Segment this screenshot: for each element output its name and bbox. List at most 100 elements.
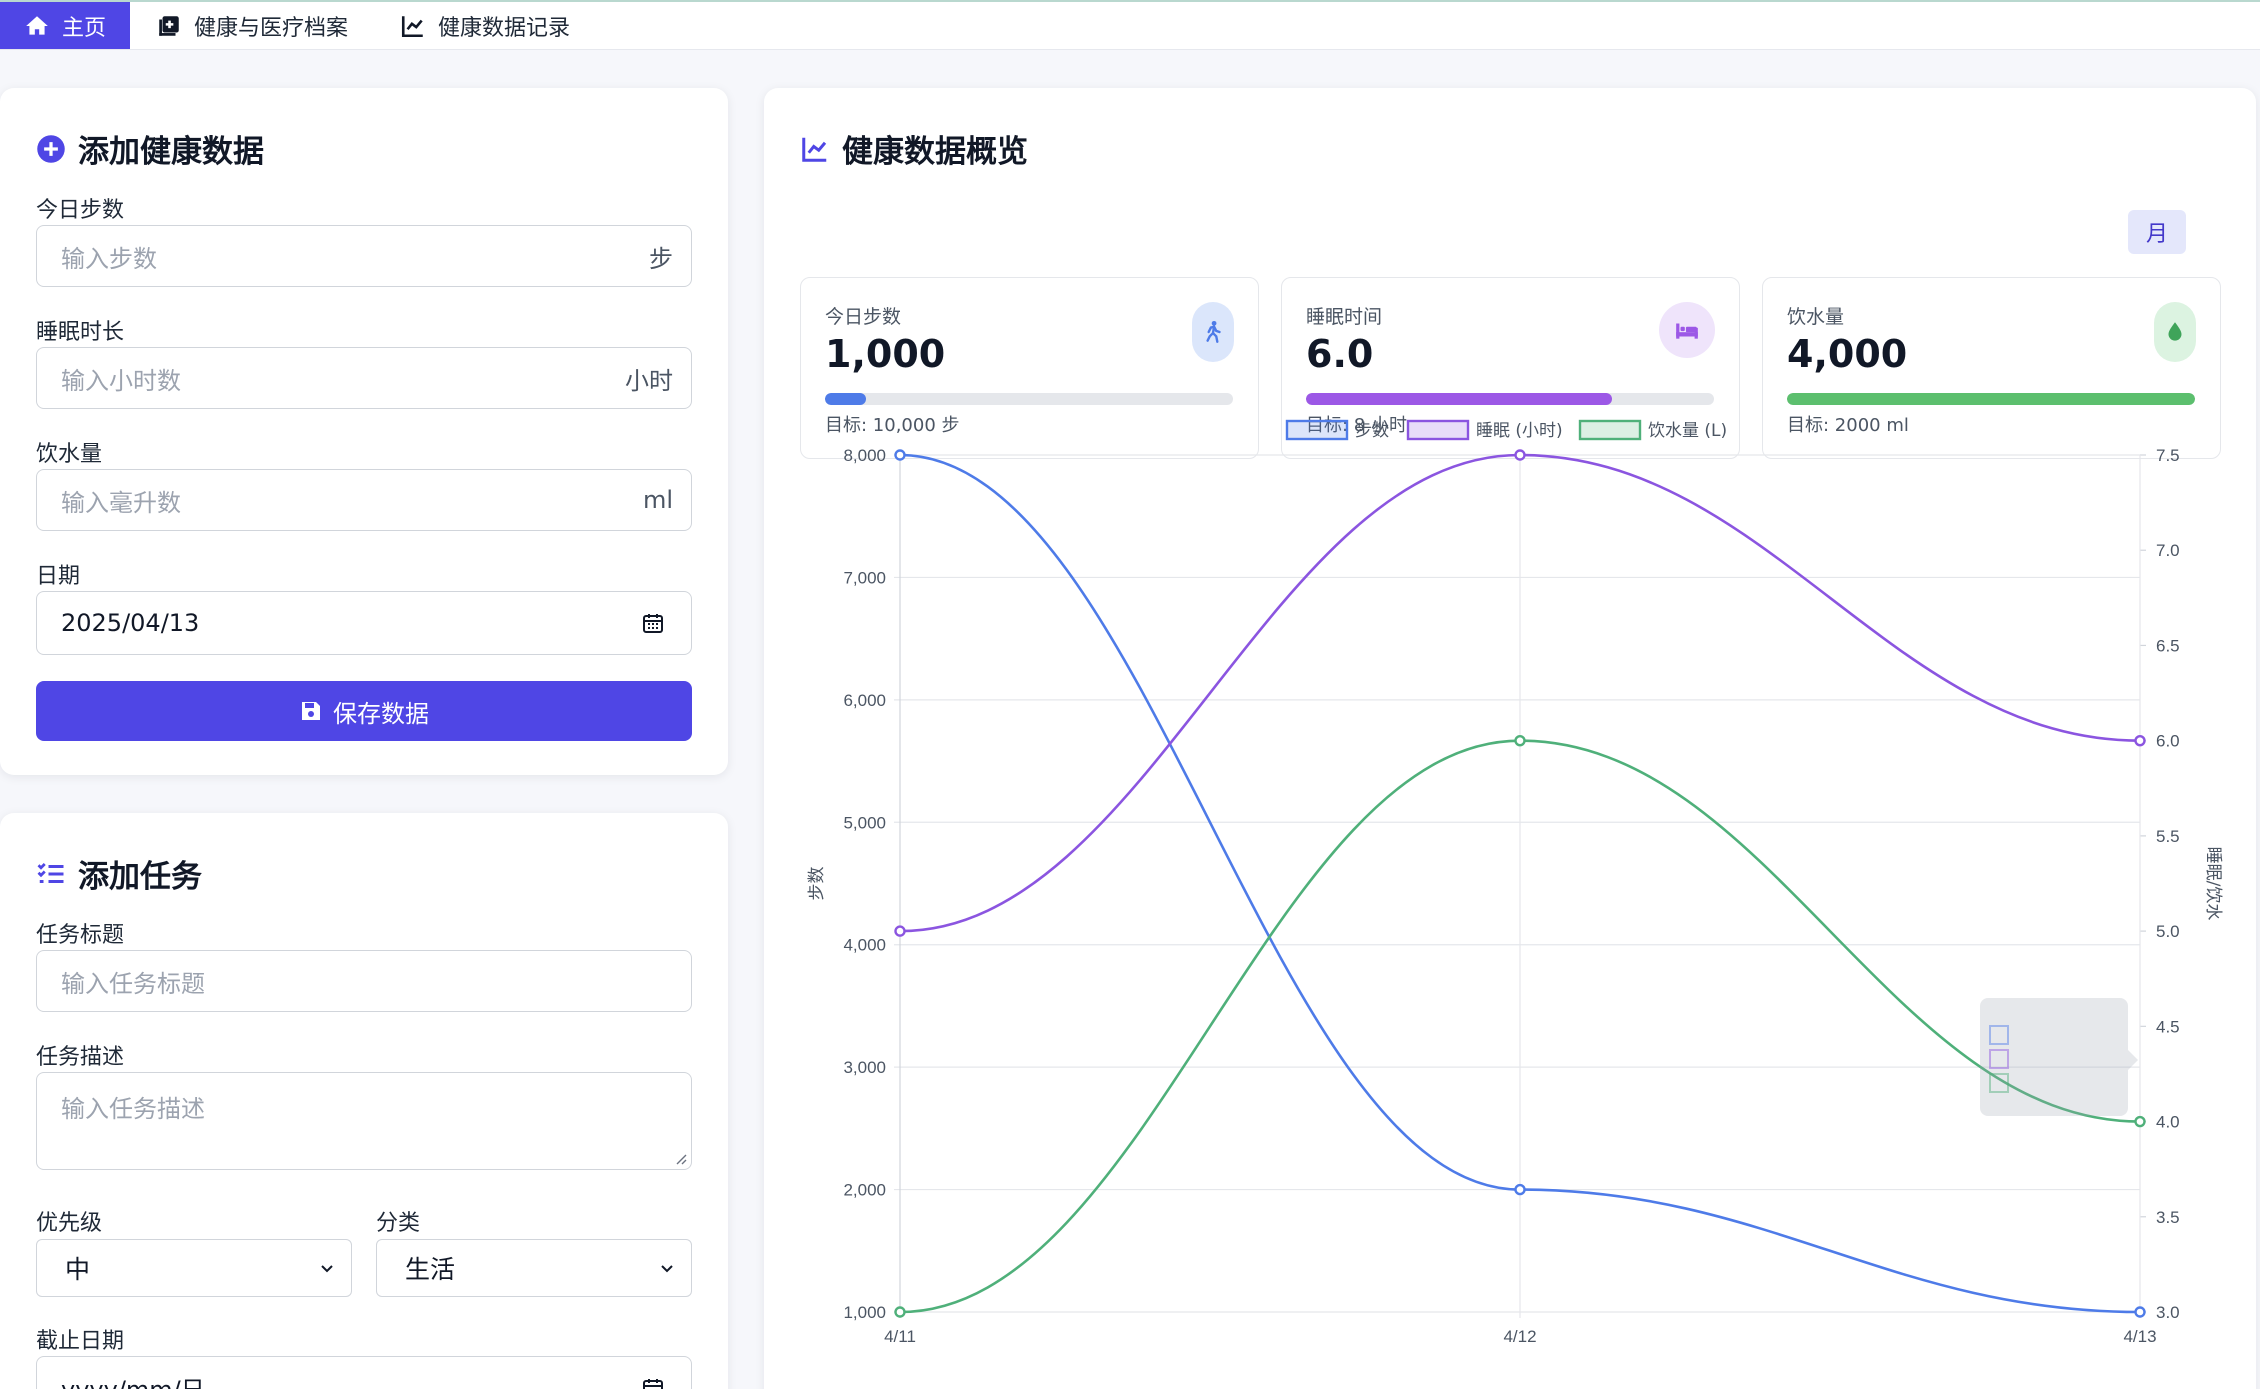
due-date-input[interactable]: yyyy/mm/日	[36, 1356, 692, 1389]
x-tick-label: 4/13	[2123, 1327, 2156, 1346]
nav-item-label: 主页	[62, 15, 107, 41]
line-chart-icon	[802, 137, 827, 162]
legend-label: 睡眠 (小时)	[1476, 421, 1563, 441]
data-point	[894, 449, 906, 461]
sleep-label: 睡眠时长	[36, 320, 125, 345]
priority-label: 优先级	[36, 1211, 103, 1236]
y-right-tick-label: 3.0	[2156, 1303, 2180, 1322]
date-value: 2025/04/13	[61, 609, 200, 637]
sleep-input[interactable]: 输入小时数 小时	[36, 347, 692, 409]
chart-svg: 1,000 2,000 3,000 4,000 5,000 6,000 7,000 8,000…	[807, 419, 2223, 1346]
save-button-label: 保存数据	[333, 699, 429, 728]
y-tick-label: 3,000	[843, 1058, 886, 1077]
steps-input[interactable]: 输入步数 步	[36, 225, 692, 287]
y-right-tick-label: 6.0	[2156, 732, 2180, 751]
steps-unit: 步	[649, 244, 673, 273]
date-label: 日期	[36, 564, 81, 589]
task-title-placeholder: 输入任务标题	[61, 969, 205, 998]
y-right-tick-label: 5.0	[2156, 922, 2180, 941]
x-tick-label: 4/11	[884, 1327, 916, 1346]
top-nav: 主页 健康与医疗档案 健康数据记录	[0, 0, 2260, 50]
y-tick-label: 6,000	[843, 691, 886, 710]
resize-grip-icon[interactable]	[673, 1151, 687, 1165]
stat-value: 6.0	[1306, 332, 1374, 376]
y-axis-title: 步数	[807, 867, 827, 901]
legend-swatch	[1406, 419, 1470, 441]
bed-icon	[1676, 323, 1698, 339]
category-value: 生活	[405, 1255, 456, 1284]
task-title-label: 任务标题	[36, 923, 125, 948]
walking-icon	[1206, 320, 1221, 343]
task-desc-label: 任务描述	[36, 1045, 125, 1070]
y-tick-label: 4,000	[843, 936, 886, 955]
sleep-placeholder: 输入小时数	[61, 366, 181, 395]
task-title-input[interactable]: 输入任务标题	[36, 950, 692, 1012]
y-right-axis-title: 睡眠/饮水	[2203, 847, 2223, 921]
water-placeholder: 输入毫升数	[61, 488, 181, 517]
priority-select[interactable]: 中	[36, 1239, 352, 1297]
water-label: 饮水量	[36, 442, 103, 467]
y-right-tick-label: 3.5	[2156, 1208, 2180, 1227]
y-right-tick-label: 4.0	[2156, 1113, 2180, 1132]
nav-item-health-records[interactable]: 健康数据记录	[374, 2, 596, 49]
line-chart-icon	[401, 15, 423, 37]
stat-label: 饮水量	[1787, 306, 1845, 328]
health-line-chart: 1,000 2,000 3,000 4,000 5,000 6,000 7,000 8,000…	[790, 400, 2240, 1360]
stat-label: 今日步数	[825, 306, 902, 328]
y-right-tick-label: 4.5	[2156, 1017, 2180, 1036]
sleep-unit: 小时	[625, 366, 673, 395]
due-date-placeholder: yyyy/mm/日	[61, 1370, 205, 1389]
y-right-tick-label: 7.0	[2156, 541, 2180, 560]
priority-value: 中	[65, 1255, 91, 1284]
legend-swatch	[1285, 419, 1349, 441]
chevron-down-icon	[661, 1265, 673, 1273]
nav-item-home[interactable]: 主页	[0, 2, 131, 49]
y-tick-label: 7,000	[843, 568, 886, 587]
plus-circle-icon	[37, 134, 65, 163]
data-point	[2134, 1306, 2146, 1318]
steps-placeholder: 输入步数	[61, 244, 157, 273]
steps-label: 今日步数	[36, 198, 125, 223]
y-tick-label: 1,000	[843, 1303, 886, 1322]
floppy-disk-icon	[302, 702, 320, 720]
due-date-label: 截止日期	[36, 1329, 125, 1354]
data-point	[2134, 734, 2146, 747]
legend-label: 步数	[1355, 421, 1389, 441]
nav-item-label: 健康与医疗档案	[194, 15, 349, 41]
add-health-data-card: 添加健康数据 今日步数 输入步数 步 睡眠时长 输入小时数 小时 饮水量 输入毫…	[0, 88, 728, 775]
task-desc-textarea[interactable]: 输入任务描述	[36, 1072, 692, 1170]
chart-tooltip	[1980, 998, 2128, 1116]
medical-record-icon	[159, 15, 179, 36]
category-select[interactable]: 生活	[376, 1239, 692, 1297]
stat-icon-badge	[2154, 302, 2196, 362]
task-list-icon	[37, 862, 64, 883]
task-desc-placeholder: 输入任务描述	[61, 1095, 205, 1123]
calendar-icon[interactable]	[641, 611, 665, 635]
data-point	[1514, 734, 1526, 747]
stat-value: 1,000	[825, 332, 946, 376]
y-tick-label: 8,000	[843, 446, 886, 465]
calendar-icon[interactable]	[641, 1376, 665, 1389]
stat-icon-badge	[1659, 302, 1715, 358]
y-right-tick-label: 5.5	[2156, 827, 2180, 846]
card-title: 添加健康数据	[36, 126, 264, 171]
data-point	[1514, 1183, 1526, 1196]
date-input[interactable]: 2025/04/13	[36, 591, 692, 655]
stat-icon-badge	[1192, 302, 1234, 362]
nav-item-medical-record[interactable]: 健康与医疗档案	[130, 2, 374, 49]
stat-value: 4,000	[1787, 332, 1908, 376]
y-right-tick-label: 7.5	[2156, 446, 2180, 465]
period-toggle-button[interactable]: 月	[2128, 210, 2186, 254]
chevron-down-icon	[321, 1265, 333, 1273]
save-data-button[interactable]: 保存数据	[36, 681, 692, 741]
y-tick-label: 2,000	[843, 1181, 886, 1200]
nav-item-label: 健康数据记录	[438, 15, 571, 41]
data-point	[894, 925, 906, 937]
x-tick-label: 4/12	[1503, 1327, 1536, 1346]
water-drop-icon	[2168, 322, 2182, 341]
card-title: 添加任务	[36, 851, 202, 896]
legend-swatch	[1578, 419, 1642, 441]
add-task-card: 添加任务 任务标题 输入任务标题 任务描述 输入任务描述 优先级 中 分类 生活…	[0, 813, 728, 1389]
water-input[interactable]: 输入毫升数 ml	[36, 469, 692, 531]
data-point	[894, 1306, 906, 1318]
